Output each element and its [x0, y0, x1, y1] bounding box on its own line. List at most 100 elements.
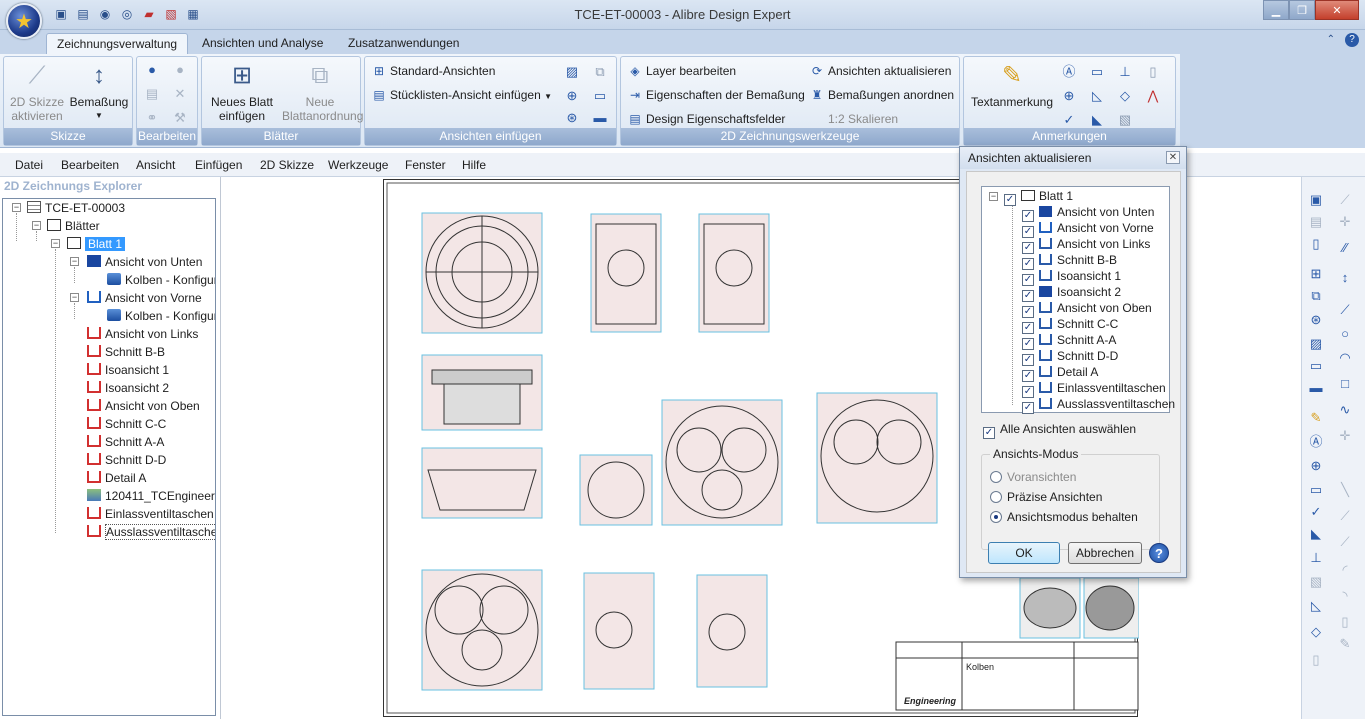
aux-view-icon[interactable]: ⧉: [591, 63, 609, 81]
view-check-item[interactable]: ✓ Schnitt B-B: [1022, 252, 1117, 270]
tool-5-icon[interactable]: ⧉: [1307, 287, 1325, 305]
datum-icon[interactable]: ▭: [1088, 63, 1106, 81]
dimension-button[interactable]: ↕ Bemaßung ▼: [68, 61, 130, 123]
tolerance-icon[interactable]: ◇: [1116, 87, 1134, 105]
text-note-button[interactable]: ✎ Textanmerkung: [968, 61, 1056, 109]
new-order-button[interactable]: ⧉ Neue Blattanordnung: [282, 61, 363, 123]
tool-12-icon[interactable]: ⊕: [1307, 457, 1325, 475]
section-view-icon[interactable]: ▨: [563, 63, 581, 81]
crop-view-icon[interactable]: ⊛: [563, 109, 581, 127]
view-check-item[interactable]: ✓ Detail A: [1022, 364, 1098, 382]
menu-hilfe[interactable]: Hilfe: [462, 158, 486, 172]
tool-32-icon[interactable]: ⟋: [1336, 507, 1354, 525]
mode-precise-radio[interactable]: Präzise Ansichten: [990, 489, 1102, 505]
tool-23-icon[interactable]: ⁄⁄: [1336, 239, 1354, 257]
leader-icon[interactable]: ◺: [1088, 87, 1106, 105]
menu-werkzeuge[interactable]: Werkzeuge: [328, 158, 388, 172]
tool-30-icon[interactable]: ✛: [1336, 427, 1354, 445]
explorer-item[interactable]: Schnitt B-B: [87, 343, 165, 361]
cancel-button[interactable]: Abbrechen: [1068, 542, 1142, 564]
broken-view-icon[interactable]: ▭: [591, 87, 609, 105]
tree-sheets[interactable]: Blätter: [47, 217, 100, 235]
tool-6-icon[interactable]: ⊛: [1307, 311, 1325, 329]
tool-19-icon[interactable]: ◇: [1307, 623, 1325, 641]
view-check-item[interactable]: ✓ Ausslassventiltaschen: [1022, 396, 1175, 414]
explorer-item[interactable]: Schnitt A-A: [87, 433, 164, 451]
explorer-item[interactable]: Ansicht von Links: [87, 325, 198, 343]
menu-bearbeiten[interactable]: Bearbeiten: [61, 158, 119, 172]
revision-icon[interactable]: ⋀: [1144, 87, 1162, 105]
detail-view-icon[interactable]: ⊕: [563, 87, 581, 105]
tool-1-icon[interactable]: ▣: [1307, 191, 1325, 209]
tool-35-icon[interactable]: ◝: [1336, 587, 1354, 605]
tool-36-icon[interactable]: ▯: [1336, 613, 1354, 631]
link-icon[interactable]: ⚭: [143, 109, 161, 127]
tool-9-icon[interactable]: ▬: [1307, 379, 1325, 397]
collapse-sheet-icon[interactable]: −: [51, 239, 60, 248]
view-check-item[interactable]: ✓ Isoansicht 1: [1022, 268, 1121, 286]
explorer-item[interactable]: Detail A: [87, 469, 146, 487]
dialog-close-button[interactable]: ✕: [1166, 151, 1180, 164]
root-checkbox[interactable]: ✓: [1004, 194, 1016, 206]
collapse-sheets-icon[interactable]: −: [32, 221, 41, 230]
tool-33-icon[interactable]: ⟋: [1336, 533, 1354, 551]
layer-button[interactable]: ◈ Layer bearbeiten: [627, 63, 736, 79]
center-mark-icon[interactable]: ⊕: [1060, 87, 1078, 105]
tab-ansichten-analyse[interactable]: Ansichten und Analyse: [192, 33, 333, 54]
tool-14-icon[interactable]: ✓: [1307, 503, 1325, 521]
collapse-view-icon[interactable]: −: [70, 257, 79, 266]
explorer-item[interactable]: Kolben - Konfigura: [107, 307, 215, 325]
tool-26-icon[interactable]: ○: [1336, 325, 1354, 343]
ok-button[interactable]: OK: [988, 542, 1060, 564]
tool-11-icon[interactable]: Ⓐ: [1307, 433, 1325, 451]
view-check-item[interactable]: ✓ Schnitt C-C: [1022, 316, 1118, 334]
tool-29-icon[interactable]: ∿: [1336, 401, 1354, 419]
explorer-item[interactable]: Ansicht von Unten: [87, 253, 202, 271]
tool-7-icon[interactable]: ▨: [1307, 335, 1325, 353]
maximize-button[interactable]: ❐: [1289, 0, 1315, 20]
new-sheet-button[interactable]: ⊞ Neues Blatt einfügen: [206, 61, 278, 123]
view-check-item[interactable]: ✓ Einlassventiltaschen: [1022, 380, 1166, 398]
collapse-view-icon[interactable]: −: [70, 293, 79, 302]
tool-18-icon[interactable]: ◺: [1307, 597, 1325, 615]
help-button[interactable]: ?: [1149, 543, 1169, 563]
page-icon[interactable]: ▯: [1144, 63, 1162, 81]
tool-24-icon[interactable]: ↕: [1336, 269, 1354, 287]
bom-view-button[interactable]: ▤ Stücklisten-Ansicht einfügen ▼: [371, 87, 552, 105]
balloon-icon[interactable]: Ⓐ: [1060, 63, 1078, 81]
tool-34-icon[interactable]: ◜: [1336, 561, 1354, 579]
explorer-item[interactable]: 120411_TCEngineerin: [87, 487, 215, 505]
tool-15-icon[interactable]: ◣: [1307, 525, 1325, 543]
check-icon[interactable]: ✓: [1060, 111, 1078, 129]
application-menu-button[interactable]: ★: [6, 3, 42, 39]
tool-21-icon[interactable]: ⟋: [1336, 191, 1354, 209]
explorer-item[interactable]: Einlassventiltaschen: [87, 505, 214, 523]
tool-icon[interactable]: ⚒: [171, 109, 189, 127]
select-all-checkbox[interactable]: ✓: [983, 427, 995, 439]
update-views-button[interactable]: ⟳ Ansichten aktualisieren: [809, 63, 951, 79]
tool-10-icon[interactable]: ✎: [1307, 409, 1325, 427]
view-check-item[interactable]: ✓ Ansicht von Vorne: [1022, 220, 1154, 238]
select-all-row[interactable]: ✓ Alle Ansichten auswählen: [983, 421, 1136, 439]
arrange-dims-button[interactable]: ♜ Bemaßungen anordnen: [809, 87, 954, 103]
help-icon[interactable]: ?: [1345, 33, 1359, 47]
menu-fenster[interactable]: Fenster: [405, 158, 446, 172]
hatch-icon[interactable]: ▧: [1116, 111, 1134, 129]
view-checkbox[interactable]: ✓: [1022, 402, 1034, 414]
view-check-item[interactable]: ✓ Ansicht von Unten: [1022, 204, 1154, 222]
explorer-item[interactable]: Ausslassventiltaschen: [87, 523, 215, 541]
minimize-button[interactable]: ▁: [1263, 0, 1289, 20]
menu-ansicht[interactable]: Ansicht: [136, 158, 175, 172]
close-button[interactable]: ✕: [1315, 0, 1359, 20]
explorer-item[interactable]: Schnitt C-C: [87, 415, 166, 433]
tool-28-icon[interactable]: □: [1336, 375, 1354, 393]
centerline-icon[interactable]: ⊥: [1116, 63, 1134, 81]
collapse-root-icon[interactable]: −: [12, 203, 21, 212]
tool-2-icon[interactable]: ▤: [1307, 213, 1325, 231]
tool-3-icon[interactable]: ▯: [1307, 235, 1325, 253]
weld-icon[interactable]: ◣: [1088, 111, 1106, 129]
menu-einfuegen[interactable]: Einfügen: [195, 158, 242, 172]
standard-views-button[interactable]: ⊞ Standard-Ansichten: [371, 63, 495, 79]
tool-27-icon[interactable]: ◠: [1336, 349, 1354, 367]
explorer-item[interactable]: Kolben - Konfigura: [107, 271, 215, 289]
